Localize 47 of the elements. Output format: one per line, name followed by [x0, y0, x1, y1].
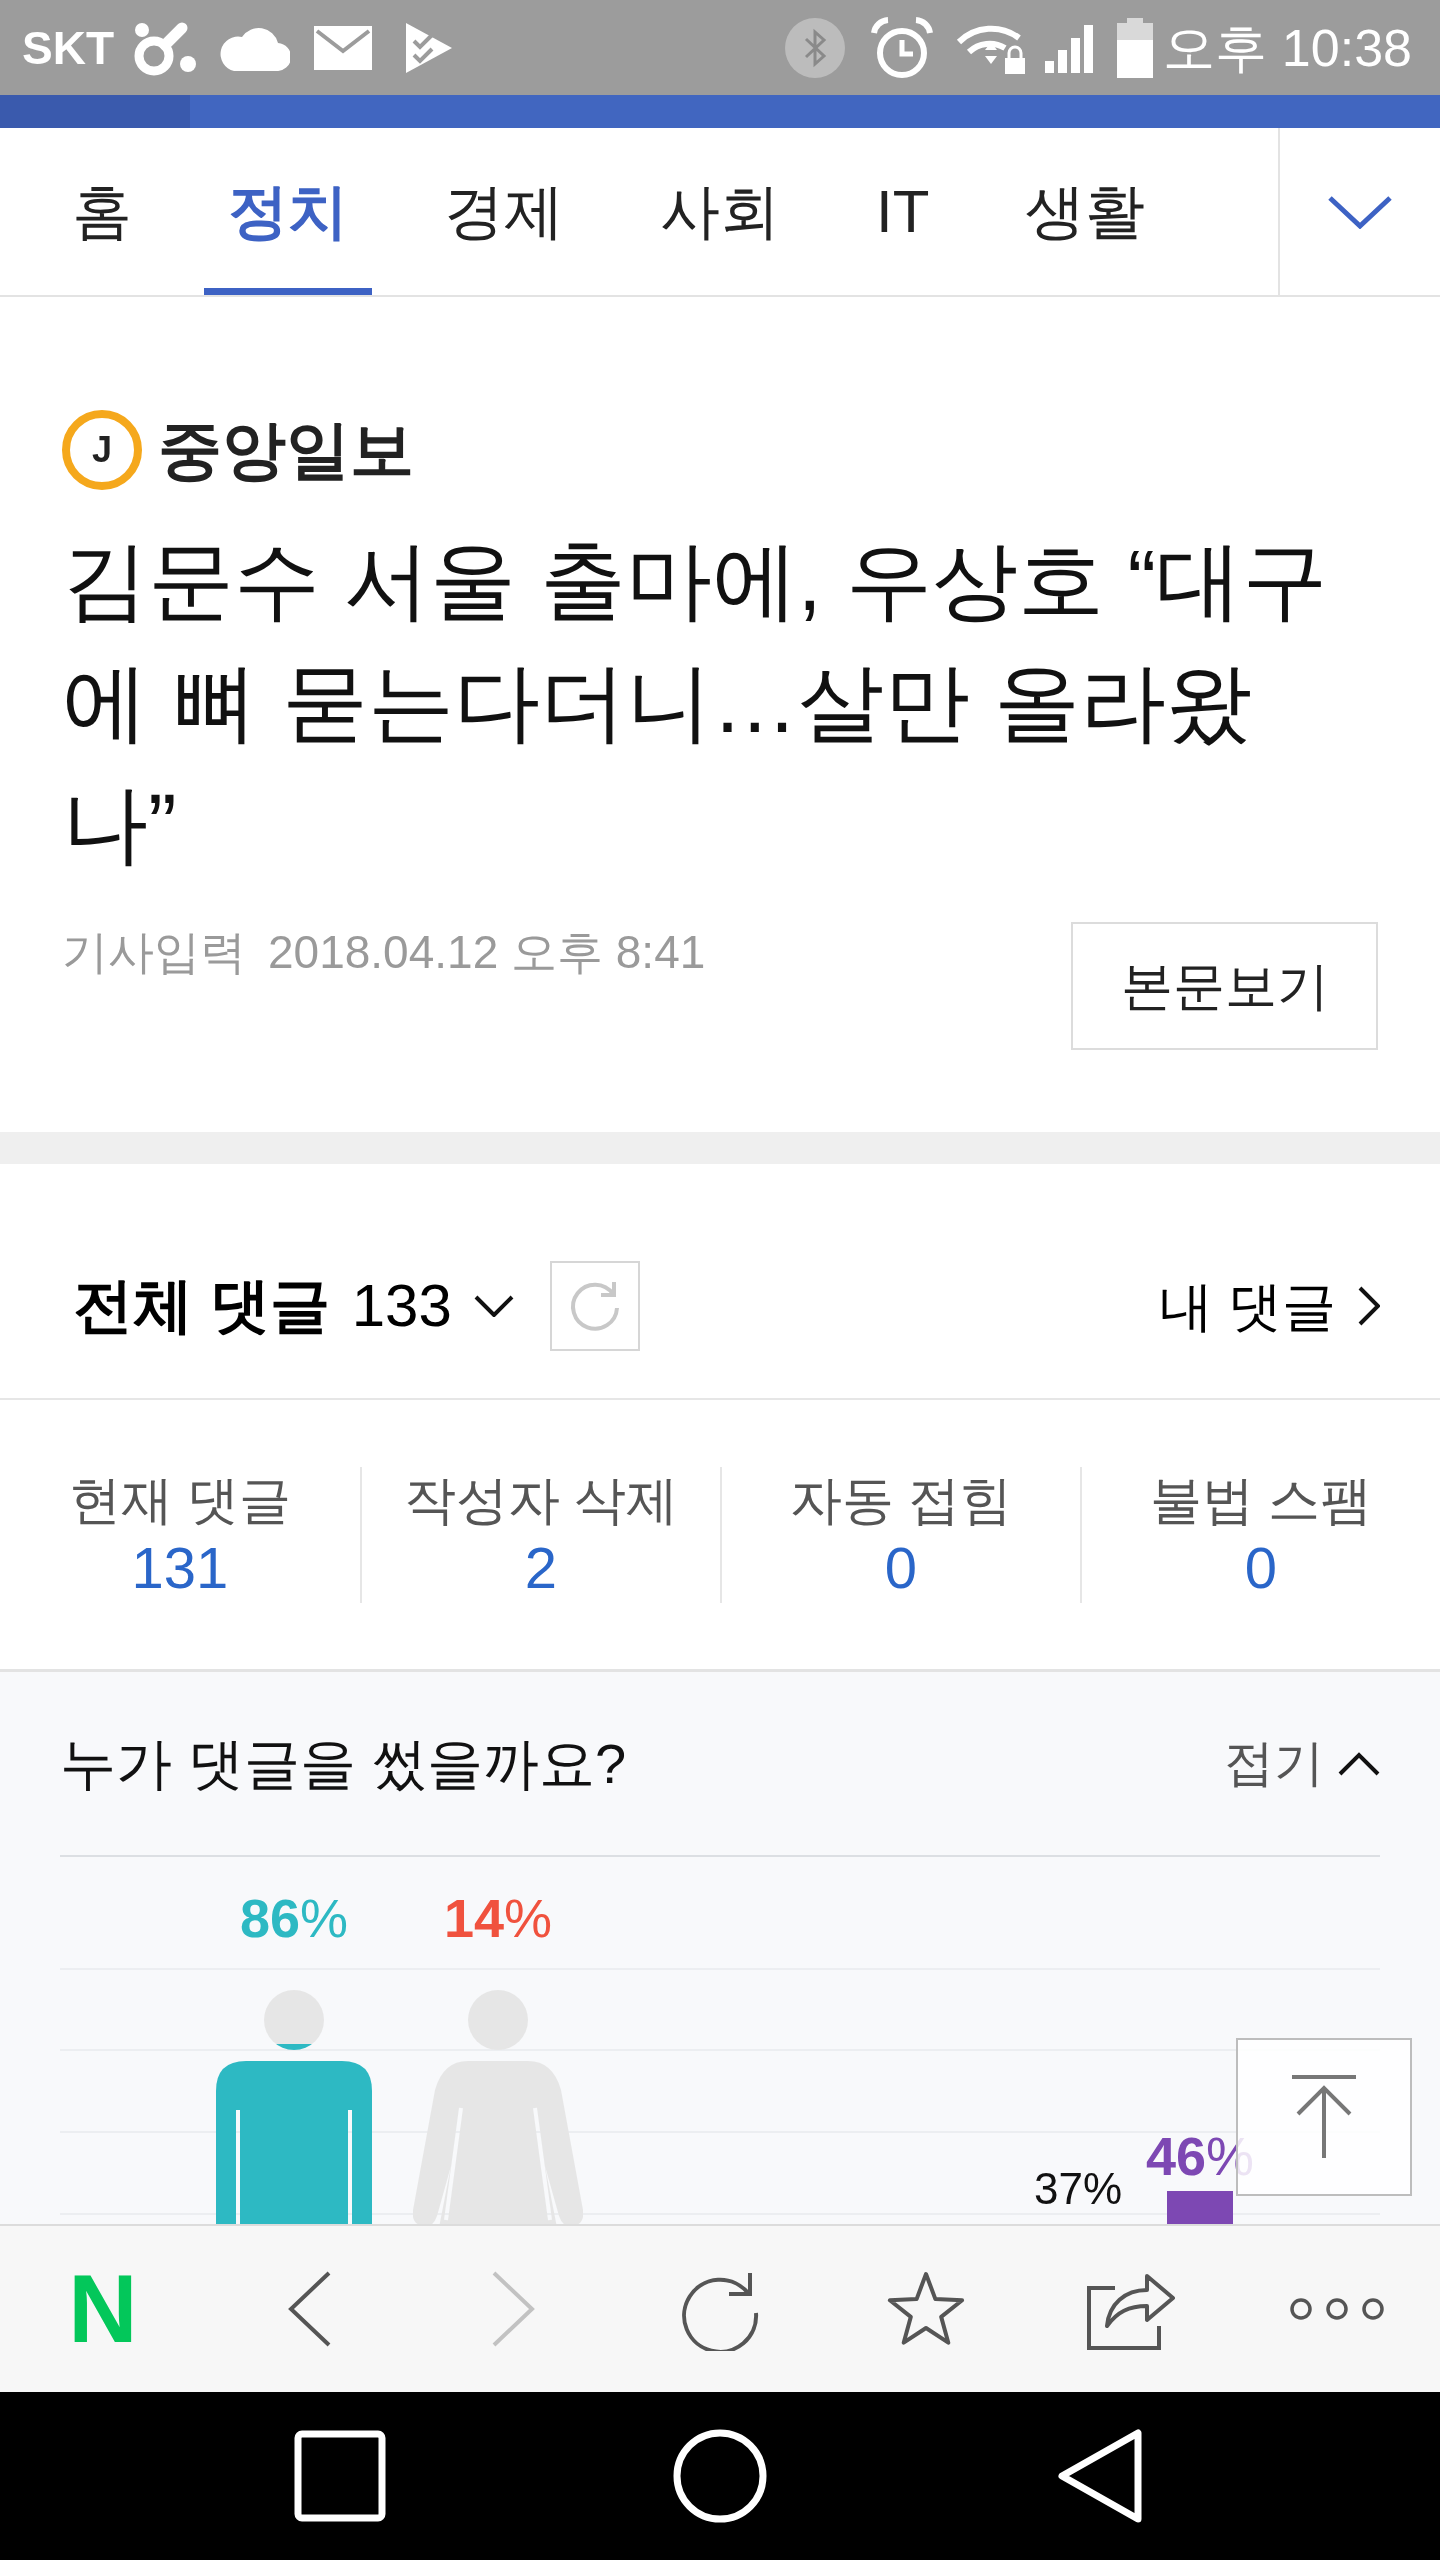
- logo-badge: J: [62, 410, 142, 490]
- more-button[interactable]: [1289, 2297, 1386, 2321]
- chevron-up-icon: [1338, 1751, 1380, 1776]
- comments-title: 전체 댓글: [73, 1271, 330, 1341]
- category-tab[interactable]: 생활: [1001, 128, 1170, 295]
- view-article-button[interactable]: 본문보기: [1071, 922, 1378, 1050]
- category-tab[interactable]: 홈: [48, 128, 156, 295]
- my-comments-link[interactable]: 내 댓글: [1159, 1265, 1380, 1347]
- stat-value: 0: [1244, 1533, 1278, 1602]
- category-tab[interactable]: 사회: [636, 128, 804, 295]
- comment-count: 133: [351, 1271, 452, 1341]
- square-icon: [294, 2430, 386, 2522]
- date-label: 기사입력: [62, 925, 246, 980]
- recent-apps-button[interactable]: [294, 2430, 386, 2522]
- collapse-button[interactable]: 접기: [1224, 1726, 1380, 1801]
- home-button[interactable]: [673, 2429, 767, 2523]
- mail-icon: [314, 25, 372, 70]
- gender-percentage: 14%: [443, 1888, 553, 1948]
- stat-label: 현재 댓글: [68, 1469, 292, 1531]
- writers-title: 누가 댓글을 썼을까요?: [60, 1730, 627, 1797]
- stat-value: 0: [884, 1533, 918, 1602]
- stat-label: 작성자 삭제: [403, 1469, 679, 1531]
- triangle-back-icon: [1056, 2428, 1144, 2524]
- category-tab[interactable]: 정치: [204, 128, 372, 295]
- back-nav-button[interactable]: [1056, 2428, 1144, 2524]
- circle-icon: [673, 2429, 767, 2523]
- article-date: 2018.04.12 오후 8:41: [268, 925, 706, 980]
- battery-icon: [1117, 17, 1154, 78]
- article-headline: 김문수 서울 출마에, 우상호 “대구에 뼈 묻는다더니…살만 올라왔나”: [62, 531, 1330, 874]
- chevron-down-icon[interactable]: [473, 1295, 514, 1317]
- category-tab[interactable]: 경제: [420, 128, 588, 295]
- carrier-name: SKT: [22, 24, 114, 71]
- signal-icon: [1045, 22, 1096, 73]
- stat-label: 자동 접힘: [789, 1469, 1013, 1531]
- chevron-down-icon: [1327, 194, 1393, 229]
- age-percentage: 37%: [1033, 2163, 1123, 2215]
- stat-value: 131: [131, 1533, 229, 1602]
- publisher-logo: 중앙일보: [158, 418, 414, 482]
- chevron-right-icon: [1358, 1286, 1380, 1326]
- bluetooth-icon: [785, 17, 846, 78]
- category-tab[interactable]: IT: [852, 128, 954, 295]
- stat-label: 불법 스팸: [1149, 1469, 1373, 1531]
- more-icon: [1289, 2297, 1386, 2321]
- alarm-clock-icon: [869, 14, 936, 81]
- gender-percentage: 86%: [239, 1888, 349, 1948]
- stat-value: 2: [524, 1533, 558, 1602]
- clock-time: 오후 10:38: [1163, 21, 1412, 74]
